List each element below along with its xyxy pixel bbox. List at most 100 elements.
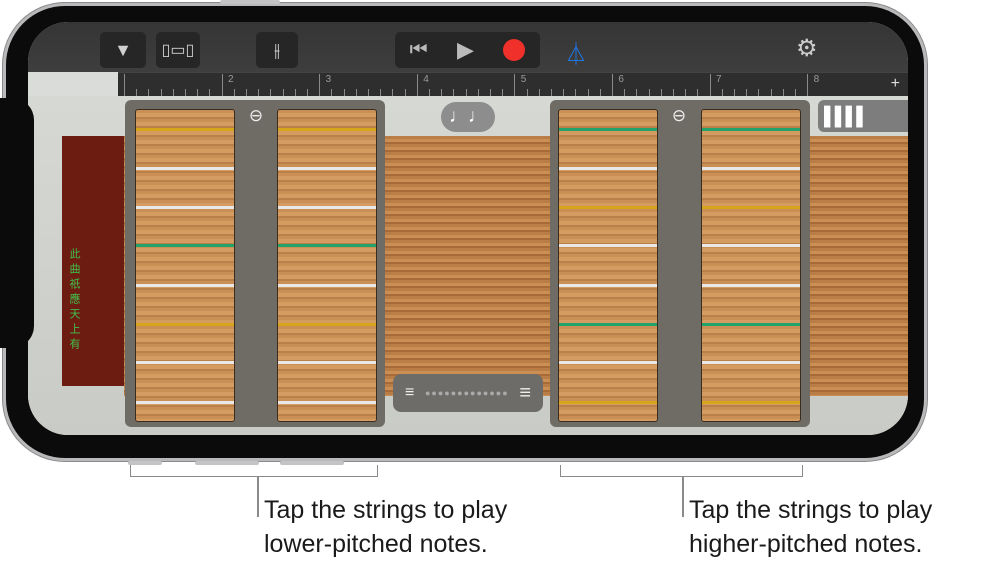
- ruler-tick: [392, 89, 394, 96]
- string-strip-4[interactable]: [701, 109, 801, 422]
- guzheng-string[interactable]: [136, 206, 234, 209]
- ruler-tick: [404, 89, 406, 96]
- ruler-tick: [624, 89, 626, 96]
- guzheng-string[interactable]: [702, 401, 800, 404]
- guzheng-string[interactable]: [278, 361, 376, 364]
- guzheng-string[interactable]: [136, 361, 234, 364]
- ruler-tick: [587, 89, 589, 96]
- guzheng-string[interactable]: [559, 401, 657, 404]
- left-callout: Tap the strings to play lower-pitched not…: [264, 493, 507, 561]
- bar-number: 5: [520, 74, 527, 85]
- add-section-button[interactable]: +: [891, 75, 900, 93]
- guzheng-string[interactable]: [559, 284, 657, 287]
- ruler-tick: [136, 89, 138, 96]
- bar-number: 7: [716, 74, 722, 85]
- play-icon[interactable]: ▶: [457, 37, 474, 63]
- ruler-tick: [782, 89, 784, 96]
- guzheng-string[interactable]: [278, 284, 376, 287]
- guzheng-string[interactable]: [136, 128, 234, 131]
- guzheng-string[interactable]: [559, 244, 657, 247]
- ruler-tick: [746, 89, 748, 96]
- guzheng-string[interactable]: [278, 401, 376, 404]
- ruler-tick: [636, 89, 638, 96]
- ornament-poem-text: 此曲祇應天上有: [68, 248, 81, 353]
- ruler-tick: [721, 89, 723, 96]
- guzheng-string[interactable]: [559, 323, 657, 326]
- ruler-tick: [270, 89, 272, 96]
- guzheng-string[interactable]: [702, 361, 800, 364]
- string-strip-2[interactable]: [277, 109, 377, 422]
- ruler-tick: [355, 89, 357, 96]
- strings-view-button[interactable]: ▌▌▌▌: [818, 100, 908, 132]
- browser-button[interactable]: ▼: [100, 32, 146, 68]
- string-spread-slider[interactable]: ≡ ●●●●●●●●●●●●● ≡: [393, 374, 543, 412]
- notch: [0, 98, 34, 348]
- ruler-tick: [124, 74, 125, 96]
- bar-number: 3: [325, 74, 332, 85]
- zoom-out-icon[interactable]: ⊖: [668, 106, 690, 128]
- ruler-tick: [807, 74, 809, 96]
- guzheng-string[interactable]: [702, 323, 800, 326]
- guzheng-string[interactable]: [136, 323, 234, 326]
- guzheng-string[interactable]: [559, 206, 657, 209]
- guzheng-string[interactable]: [136, 244, 234, 247]
- guzheng-string[interactable]: [559, 128, 657, 131]
- ruler-tick: [551, 89, 552, 96]
- ruler-tick: [380, 89, 382, 96]
- guzheng-string[interactable]: [278, 244, 376, 247]
- bar-number: 6: [618, 74, 624, 85]
- side-button: [220, 0, 280, 4]
- right-bracket: [560, 465, 803, 477]
- tracks-view-button[interactable]: ▯▭▯: [156, 32, 200, 68]
- record-icon[interactable]: [503, 39, 526, 61]
- ruler-tick: [233, 89, 235, 96]
- callout-text: Tap the strings to play: [264, 496, 508, 524]
- guzheng-string[interactable]: [702, 284, 800, 287]
- guzheng-string[interactable]: [278, 167, 376, 170]
- gear-icon[interactable]: ⚙: [796, 34, 818, 63]
- ruler-tick: [294, 89, 296, 96]
- ruler-tick: [148, 89, 150, 96]
- bar-number: 4: [423, 74, 429, 85]
- ruler-tick: [514, 74, 516, 96]
- ruler-tick: [599, 89, 601, 96]
- ruler-tick: [575, 89, 577, 96]
- mixer-sliders-icon: ⫲: [274, 39, 280, 60]
- guzheng-string[interactable]: [278, 323, 376, 326]
- go-to-beginning-icon[interactable]: ⏮: [410, 39, 428, 62]
- ruler-tick: [172, 89, 174, 96]
- string-strip-1[interactable]: [135, 109, 235, 422]
- string-strip-3[interactable]: [558, 109, 658, 422]
- left-callout-line: [257, 477, 259, 517]
- ruler[interactable]: + 2 3 4 5 6 7 8: [118, 72, 908, 96]
- guzheng-string[interactable]: [136, 401, 234, 404]
- ruler-tick: [185, 89, 186, 96]
- transport-controls: ⏮ ▶: [395, 32, 540, 68]
- left-bracket: [130, 465, 378, 477]
- wide-strings-icon: ≡: [519, 381, 531, 404]
- guzheng-string[interactable]: [702, 244, 800, 247]
- guzheng-string[interactable]: [702, 128, 800, 131]
- ruler-tick: [648, 89, 650, 96]
- guzheng-string[interactable]: [278, 206, 376, 209]
- ruler-tick: [416, 74, 418, 96]
- zoom-out-icon[interactable]: ⊖: [245, 106, 267, 128]
- ruler-tick: [441, 89, 443, 96]
- guzheng-string[interactable]: [278, 128, 376, 131]
- metronome-icon[interactable]: ⏃: [565, 37, 587, 69]
- ruler-tick: [282, 89, 284, 96]
- guzheng-string[interactable]: [559, 361, 657, 364]
- ruler-tick: [429, 89, 430, 96]
- guzheng-string[interactable]: [559, 167, 657, 170]
- mixer-button[interactable]: ⫲: [256, 32, 298, 68]
- notes-button[interactable]: ♩♩: [441, 102, 495, 132]
- guzheng-string[interactable]: [136, 167, 234, 170]
- guzheng-string[interactable]: [136, 284, 234, 287]
- ruler-tick: [563, 89, 565, 96]
- lower-pitch-panel: ⊖: [125, 100, 385, 427]
- bar-number: 8: [813, 74, 820, 85]
- guzheng-string[interactable]: [702, 167, 800, 170]
- ruler-tick: [465, 89, 467, 96]
- guzheng-string[interactable]: [702, 206, 800, 209]
- ruler-tick: [795, 89, 796, 96]
